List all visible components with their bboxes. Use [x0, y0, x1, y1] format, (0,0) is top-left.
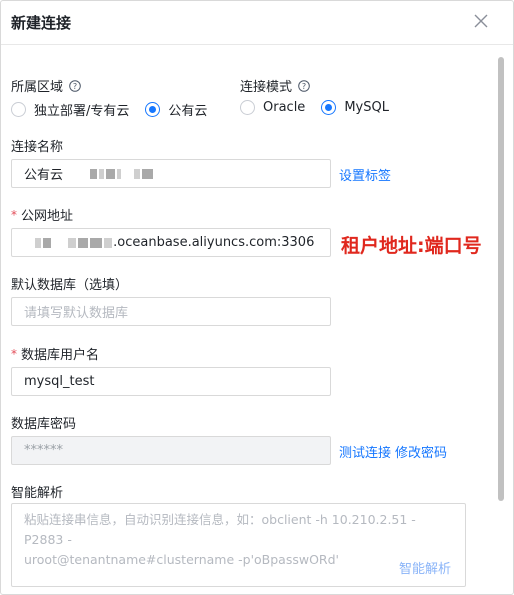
radio-circle: [240, 100, 255, 115]
radio-oracle[interactable]: Oracle: [240, 100, 305, 115]
conn-name-input[interactable]: 公有云: [11, 159, 331, 188]
public-address-value: .oceanbase.aliyuncs.com:3306: [113, 235, 315, 250]
textarea-placeholder-line: 粘贴连接串信息，自动识别连接信息，如：obclient -h 10.210.2.…: [24, 512, 416, 547]
public-address-input[interactable]: .oceanbase.aliyuncs.com:3306: [11, 228, 331, 257]
radio-label: Oracle: [263, 100, 306, 115]
svg-text:?: ?: [73, 82, 77, 91]
dialog-header: 新建连接: [1, 1, 513, 45]
close-icon: [474, 14, 488, 28]
mode-label-text: 连接模式: [240, 80, 293, 95]
radio-mysql[interactable]: MySQL: [321, 100, 389, 115]
connection-string-textarea[interactable]: 粘贴连接串信息，自动识别连接信息，如：obclient -h 10.210.2.…: [11, 503, 466, 587]
annotation-text: 租户地址:端口号: [341, 235, 482, 257]
radio-label: 独立部署/专有云: [34, 104, 130, 119]
conn-name-label: 连接名称: [11, 140, 64, 155]
dialog-title: 新建连接: [11, 14, 72, 32]
mode-radio-group: Oracle MySQL: [240, 100, 405, 115]
dialog-body: 所属区域 ? 独立部署/专有云 公有云 连接模式 ? Oracle MySQL …: [1, 46, 495, 594]
db-username-label: * 数据库用户名: [11, 344, 100, 364]
test-connection-link[interactable]: 测试连接: [339, 442, 391, 461]
required-mark: *: [11, 346, 17, 361]
scrollbar[interactable]: [495, 55, 505, 594]
radio-public-cloud[interactable]: 公有云: [145, 100, 207, 119]
radio-private-cloud[interactable]: 独立部署/专有云: [11, 100, 129, 119]
region-label: 所属区域 ?: [11, 76, 81, 95]
close-button[interactable]: [471, 11, 491, 31]
radio-circle-selected: [145, 102, 161, 117]
region-label-text: 所属区域: [11, 80, 64, 95]
mode-label: 连接模式 ?: [240, 76, 310, 95]
public-address-label-text: 公网地址: [21, 209, 74, 224]
radio-label: 公有云: [168, 104, 208, 119]
textarea-placeholder-line: uroot@tenantname#clustername -p'oBpasswO…: [24, 552, 339, 567]
scrollbar-thumb[interactable]: [498, 57, 504, 501]
set-tag-link[interactable]: 设置标签: [339, 165, 391, 184]
db-password-label: 数据库密码: [11, 417, 77, 432]
change-password-link[interactable]: 修改密码: [395, 442, 447, 461]
required-mark: *: [11, 207, 17, 222]
radio-label: MySQL: [344, 100, 389, 115]
question-circle-icon[interactable]: ?: [69, 79, 81, 92]
smart-parse-label: 智能解析: [11, 486, 64, 501]
radio-circle-selected: [321, 100, 337, 115]
db-password-input: ******: [11, 436, 331, 465]
radio-circle: [11, 102, 26, 117]
redacted-mosaic: [34, 235, 113, 250]
question-circle-icon[interactable]: ?: [298, 79, 310, 92]
default-db-input[interactable]: 请填写默认数据库: [11, 297, 331, 326]
db-username-label-text: 数据库用户名: [21, 348, 100, 363]
new-connection-dialog: 新建连接 所属区域 ? 独立部署/专有云 公有云 连接模式 ? Oracle M…: [0, 0, 514, 595]
svg-text:?: ?: [302, 82, 306, 91]
redacted-mosaic: [89, 166, 154, 181]
smart-parse-button[interactable]: 智能解析: [399, 560, 451, 580]
default-db-label: 默认数据库（选填）: [11, 278, 129, 293]
db-username-input[interactable]: mysql_test: [11, 367, 331, 396]
region-radio-group: 独立部署/专有云 公有云: [11, 100, 223, 119]
conn-name-value: 公有云: [24, 168, 64, 183]
public-address-label: * 公网地址: [11, 205, 74, 225]
